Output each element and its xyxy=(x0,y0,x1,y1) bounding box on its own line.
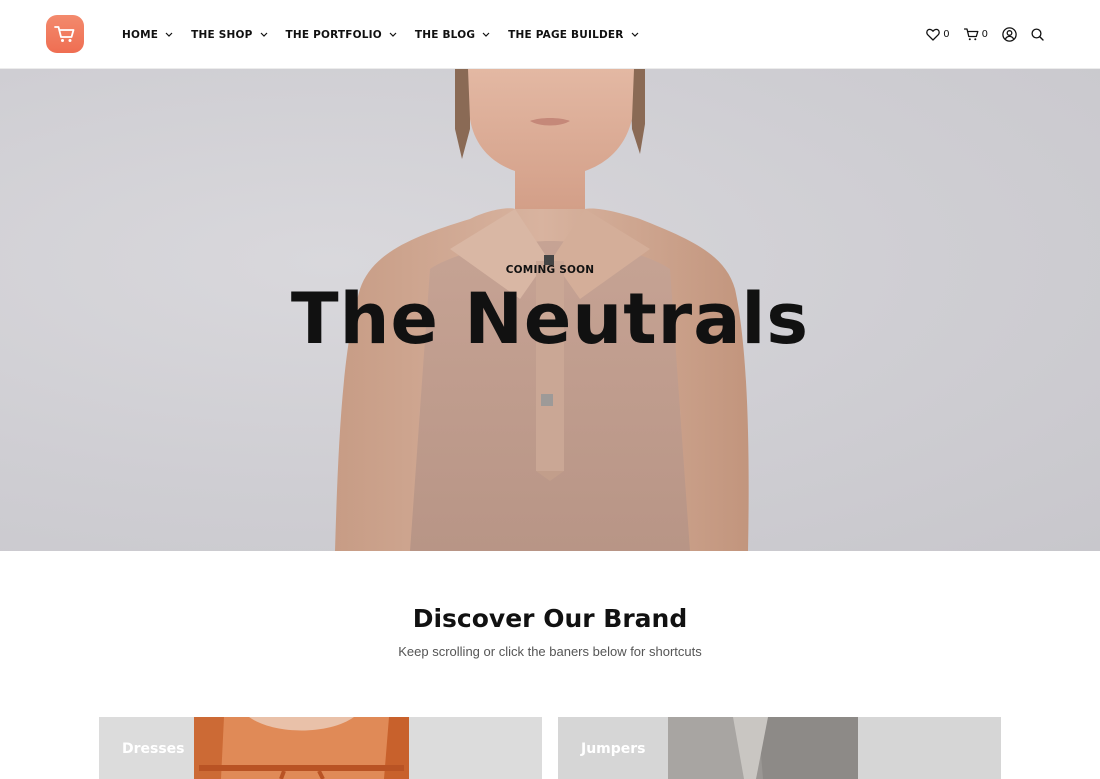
nav-label: THE PORTFOLIO xyxy=(285,28,382,41)
section-subtitle: Keep scrolling or click the baners below… xyxy=(398,644,702,659)
nav-label: THE PAGE BUILDER xyxy=(508,28,624,41)
nav-label: THE SHOP xyxy=(191,28,253,41)
site-header: HOME THE SHOP THE PORTFOLIO THE BLOG THE… xyxy=(0,0,1100,69)
banner-label: Dresses xyxy=(122,741,185,757)
cart-icon xyxy=(963,28,979,41)
category-banner-jumpers[interactable]: Jumpers xyxy=(558,717,1001,779)
account-icon xyxy=(1002,27,1017,42)
nav-the-shop[interactable]: THE SHOP xyxy=(191,29,267,41)
hero-title: The Neutrals xyxy=(290,278,810,360)
section-title: Discover Our Brand xyxy=(412,604,688,633)
wishlist-count: 0 xyxy=(943,29,950,40)
search-button[interactable] xyxy=(1031,28,1044,41)
chevron-down-icon xyxy=(260,32,268,37)
header-tools: 0 0 xyxy=(912,0,1044,69)
cart-count: 0 xyxy=(981,29,988,40)
heart-icon xyxy=(926,28,941,41)
chevron-down-icon xyxy=(482,32,490,37)
hero-banner: COMING SOON The Neutrals xyxy=(0,69,1100,551)
wishlist-button[interactable]: 0 xyxy=(926,28,950,41)
banner-label: Jumpers xyxy=(581,741,646,757)
nav-label: THE BLOG xyxy=(414,28,476,41)
chevron-down-icon xyxy=(165,32,173,37)
nav-the-page-builder[interactable]: THE PAGE BUILDER xyxy=(508,29,638,41)
chevron-down-icon xyxy=(631,32,639,37)
nav-the-portfolio[interactable]: THE PORTFOLIO xyxy=(286,29,397,41)
nav-label: HOME xyxy=(122,28,159,41)
cart-button[interactable]: 0 xyxy=(963,28,988,41)
cart-icon xyxy=(54,26,75,42)
category-banner-dresses[interactable]: Dresses xyxy=(99,717,542,779)
chevron-down-icon xyxy=(389,32,397,37)
main-nav: HOME THE SHOP THE PORTFOLIO THE BLOG THE… xyxy=(122,0,657,69)
nav-home[interactable]: HOME xyxy=(122,29,173,41)
site-logo[interactable] xyxy=(46,15,84,53)
account-button[interactable] xyxy=(1002,27,1017,42)
search-icon xyxy=(1031,28,1044,41)
nav-the-blog[interactable]: THE BLOG xyxy=(415,29,490,41)
